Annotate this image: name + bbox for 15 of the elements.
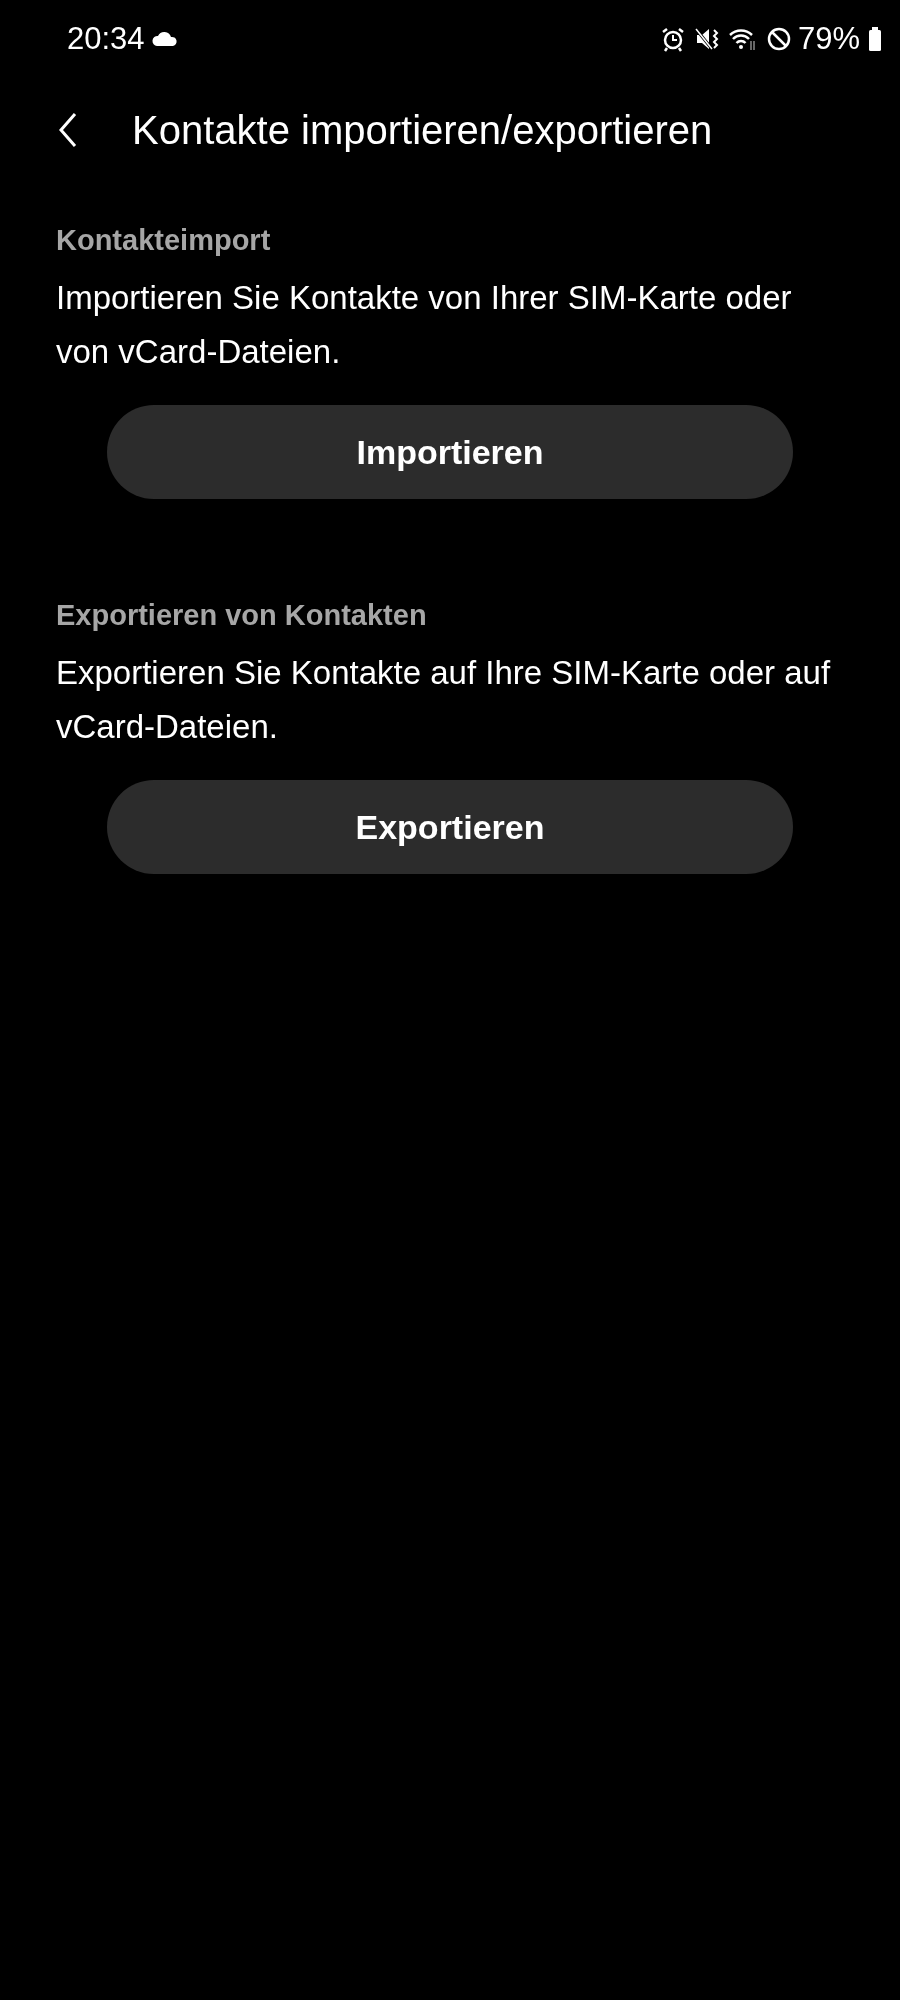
cloud-icon: [150, 30, 179, 48]
section-label: Kontakteimport: [56, 224, 272, 257]
action-button[interactable]: Importieren: [107, 405, 793, 499]
mute-icon: [693, 26, 720, 52]
page-title: Kontakte importieren/exportieren: [132, 107, 713, 153]
battery-percentage: 79%: [797, 21, 860, 57]
action-button[interactable]: Exportieren: [107, 780, 793, 874]
section-label: Exportieren von Kontakten: [56, 599, 428, 632]
section-description: Exportieren Sie Kontakte auf Ihre SIM-Karte oder auf vCard-Dateien.: [56, 653, 832, 747]
blocked-icon: [765, 26, 792, 52]
status-time: 20:34: [67, 21, 145, 57]
battery-icon: [868, 26, 882, 52]
section-description: Importieren Sie Kontakte von Ihrer SIM-Karte oder von vCard-Dateien.: [56, 278, 793, 372]
back-button[interactable]: [58, 112, 78, 148]
wifi-icon: [727, 26, 758, 52]
